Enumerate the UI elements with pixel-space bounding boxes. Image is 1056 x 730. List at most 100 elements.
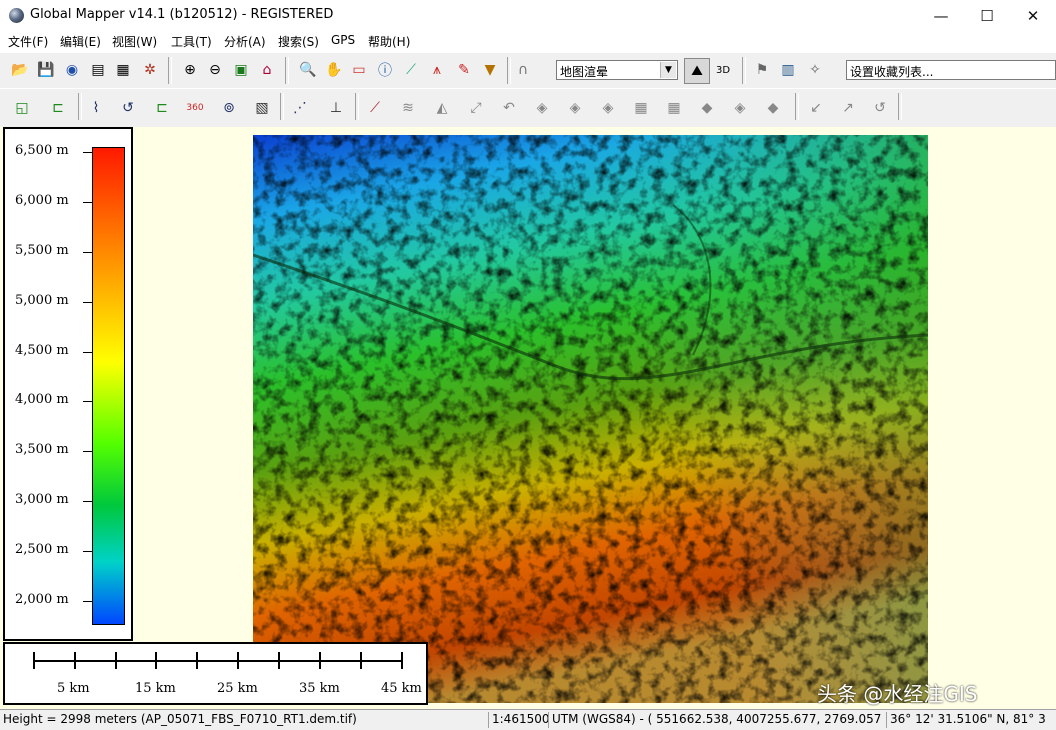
pan-icon[interactable]: ✋ [322,58,346,82]
menu-view[interactable]: 视图(W) [112,33,157,50]
dem-terrain-image [253,135,928,703]
favorites-combo[interactable]: 设置收藏列表... [846,60,1056,80]
coordinates-icon[interactable]: 360 [181,94,209,122]
move-feature-icon[interactable]: ⊏ [148,94,176,122]
menu-search[interactable]: 搜索(S) [278,33,319,50]
legend-tick [83,601,92,602]
undo-icon[interactable]: ↺ [866,94,894,122]
create-line-icon[interactable]: ⊏ [44,94,72,122]
favorites-combo-value: 设置收藏列表... [850,65,934,79]
rotate-icon[interactable]: ⊚ [215,94,243,122]
close-button[interactable]: ✕ [1010,0,1056,31]
scale-bar-label: 45 km [381,681,422,696]
measure-icon[interactable]: ▭ [347,58,371,82]
digitize-icon[interactable]: ✎ [452,58,476,82]
toolbar-separator [355,93,359,120]
digitizer-toolbar: ◱ ⊏ ⌇ ↺ ⊏ 360 ⊚ ▧ ⋰ ⊥ ⟋ ≋ ◭ ⤢ ↶ ◈ ◈ ◈ ▦ … [0,88,1056,128]
save-icon[interactable]: 💾 [34,58,58,82]
status-latlon: 36° 12' 31.5106" N, 81° 3 [886,712,1056,728]
combine-icon[interactable]: ◈ [561,94,589,122]
scale-bar-label: 35 km [299,681,340,696]
legend-label: 4,500 m [15,343,69,358]
info-icon[interactable]: ⓘ [373,58,397,82]
scale-bar: 5 km 15 km 25 km 35 km 45 km [3,642,428,705]
maximize-button[interactable]: ☐ [964,0,1010,31]
scale-bar-tick [115,652,117,669]
menu-gps[interactable]: GPS [331,33,355,47]
flag-icon[interactable]: ⚑ [750,58,774,82]
create-area-icon[interactable]: ◱ [8,94,36,122]
vertex-icon[interactable]: ⋰ [286,94,314,122]
shader-combo[interactable]: 地图渲晕 ▼ [556,60,678,80]
full-view-icon[interactable]: ▣ [229,58,253,82]
toolbar-separator [168,57,172,84]
menu-analysis[interactable]: 分析(A) [224,33,266,50]
grid-icon[interactable]: ▧ [248,94,276,122]
image-icon[interactable]: ▥ [776,58,800,82]
config-icon[interactable]: ▦ [111,58,135,82]
legend-tick [83,501,92,502]
offset-icon[interactable]: ↗ [834,94,862,122]
arch-icon[interactable]: ∩ [511,58,535,82]
zoom-in-icon[interactable]: ⊕ [178,58,202,82]
create-point-icon[interactable]: ⌇ [82,94,110,122]
split-icon[interactable]: ◭ [428,94,456,122]
simplify-icon[interactable]: ▦ [627,94,655,122]
merge-icon[interactable]: ◈ [528,94,556,122]
scale-bar-label: 25 km [217,681,258,696]
open-icon[interactable]: 📂 [8,58,32,82]
legend-tick [83,451,92,452]
legend-label: 5,000 m [15,293,69,308]
menu-edit[interactable]: 编辑(E) [60,33,101,50]
catalog-icon[interactable]: ▤ [86,58,110,82]
minimize-button[interactable]: — [918,0,964,31]
path-profile-icon[interactable]: ⟋ [399,58,423,82]
shader-icon[interactable]: ⛰ [684,58,710,84]
scale-bar-tick [196,652,198,669]
legend-label: 5,500 m [15,243,69,258]
map-view[interactable]: 6,500 m 6,000 m 5,500 m 5,000 m 4,500 m … [0,127,1056,709]
menu-help[interactable]: 帮助(H) [368,33,410,50]
dropdown-arrow-icon[interactable]: ▼ [478,58,502,82]
buffer-icon[interactable]: ≋ [394,94,422,122]
toolbar-separator [285,57,289,84]
extract-icon[interactable]: ▦ [660,94,688,122]
legend-label: 2,000 m [15,592,69,607]
status-scale: 1:461500 [488,712,548,728]
legend-label: 6,000 m [15,193,69,208]
menu-tools[interactable]: 工具(T) [171,33,212,50]
tower-icon[interactable]: ⩚ [425,58,449,82]
join-icon[interactable]: ⤢ [462,94,490,122]
chevron-down-icon[interactable]: ▼ [660,62,676,78]
zoom-tool-icon[interactable]: 🔍 [296,58,320,82]
legend-tick [83,152,92,153]
legend-label: 3,500 m [15,442,69,457]
zoom-out-icon[interactable]: ⊖ [203,58,227,82]
legend-tick [83,202,92,203]
snap-icon[interactable]: ⊥ [322,94,350,122]
legend-label: 2,500 m [15,542,69,557]
gps-icon[interactable]: ✧ [803,58,827,82]
toolbar-separator [898,93,902,120]
measure-line-icon[interactable]: ⟋ [361,94,389,122]
toolbar-separator [795,93,799,120]
elevation-color-ramp [92,147,125,625]
globe-icon[interactable]: ◉ [60,58,84,82]
3d-view-icon[interactable]: 3D [711,58,735,82]
home-icon[interactable]: ⌂ [255,58,279,82]
crop-icon[interactable]: ↶ [495,94,523,122]
tools-icon[interactable]: ✲ [138,58,162,82]
legend-tick [83,352,92,353]
menu-bar: 文件(F) 编辑(E) 视图(W) 工具(T) 分析(A) 搜索(S) GPS … [0,31,1056,51]
app-globe-icon[interactable] [9,8,24,23]
delete-icon[interactable]: ◆ [759,94,787,122]
reshape-icon[interactable]: ↙ [802,94,830,122]
toolbar-separator [742,57,746,84]
scale-bar-tick [319,652,321,669]
smooth-icon[interactable]: ◈ [594,94,622,122]
menu-file[interactable]: 文件(F) [8,33,48,50]
legend-tick [83,551,92,552]
generate-icon[interactable]: ◆ [693,94,721,122]
clone-icon[interactable]: ◈ [726,94,754,122]
edit-feature-icon[interactable]: ↺ [114,94,142,122]
